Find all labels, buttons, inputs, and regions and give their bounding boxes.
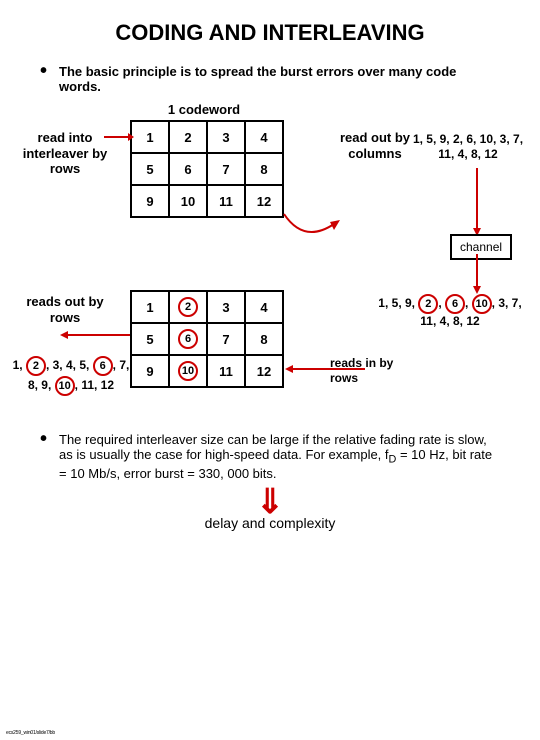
cell: 2 (169, 121, 207, 153)
reads-in-label: reads in by rows (330, 356, 410, 386)
arrow-reads-out (60, 330, 130, 340)
cell: 8 (245, 153, 283, 185)
page-title: CODING AND INTERLEAVING (0, 20, 540, 46)
cell: 8 (245, 323, 283, 355)
bullet-1: • The basic principle is to spread the b… (40, 64, 500, 94)
sequence-in: 1, 5, 9, 2, 6, 10, 3, 7, 11, 4, 8, 12 (370, 294, 530, 329)
cell: 7 (207, 153, 245, 185)
err-10: 10 (472, 294, 492, 314)
sequence-decoded: 1, 2, 3, 4, 5, 6, 7, 8, 9, 10, 11, 12 (6, 356, 136, 396)
read-out-label: read out by columns (330, 130, 420, 161)
stage-encode: 1 codeword read into interleaver by rows… (0, 102, 540, 262)
cell: 5 (131, 153, 169, 185)
bullet-2-text: The required interleaver size can be lar… (59, 432, 500, 481)
err-6: 6 (445, 294, 465, 314)
cell: 10 (169, 185, 207, 217)
delay-text: delay and complexity (0, 515, 540, 531)
cell: 11 (207, 185, 245, 217)
arrow-right-out (284, 214, 344, 244)
cell: 4 (245, 121, 283, 153)
cell: 1 (131, 291, 169, 323)
err-2b: 2 (26, 356, 46, 376)
seq-part: 1, 5, 9, (378, 296, 418, 310)
sequence-out: 1, 5, 9, 2, 6, 10, 3, 7, 11, 4, 8, 12 (408, 132, 528, 162)
cell: 7 (207, 323, 245, 355)
cell: 12 (245, 355, 283, 387)
err-10b: 10 (55, 376, 75, 396)
cell: 5 (131, 323, 169, 355)
bullet-2: • The required interleaver size can be l… (40, 432, 500, 481)
seq-part: 1, (13, 358, 26, 372)
cell: 3 (207, 121, 245, 153)
bullet-dot: • (40, 432, 47, 481)
footer-id: ecs259_win01/slide7/bb (6, 730, 55, 736)
read-in-label: read into interleaver by rows (20, 130, 110, 177)
bullet-1-text: The basic principle is to spread the bur… (59, 64, 500, 94)
cell: 4 (245, 291, 283, 323)
arrow-to-channel (472, 168, 482, 234)
err-2: 2 (418, 294, 438, 314)
cell: 6 (169, 153, 207, 185)
cell: 1 (131, 121, 169, 153)
cell: 9 (131, 185, 169, 217)
cell: 9 (131, 355, 169, 387)
seq-part: , 3, 4, 5, (46, 358, 93, 372)
cell-err: 2 (169, 291, 207, 323)
grid-top: 1234 5678 9101112 (130, 120, 284, 218)
bullet-dot: • (40, 64, 47, 94)
seq-part: , 11, 12 (75, 378, 114, 392)
cell-err: 10 (169, 355, 207, 387)
err-6b: 6 (93, 356, 113, 376)
codeword-label: 1 codeword (130, 102, 278, 117)
reads-out-label: reads out by rows (20, 294, 110, 325)
down-double-arrow: ⇓ (0, 485, 540, 519)
cell: 12 (245, 185, 283, 217)
cell: 11 (207, 355, 245, 387)
cell-err: 6 (169, 323, 207, 355)
channel-box: channel (450, 234, 512, 260)
grid-bottom: 1234 5678 9101112 (130, 290, 284, 388)
stage-decode: 1, 5, 9, 2, 6, 10, 3, 7, 11, 4, 8, 12 re… (0, 272, 540, 432)
cell: 3 (207, 291, 245, 323)
